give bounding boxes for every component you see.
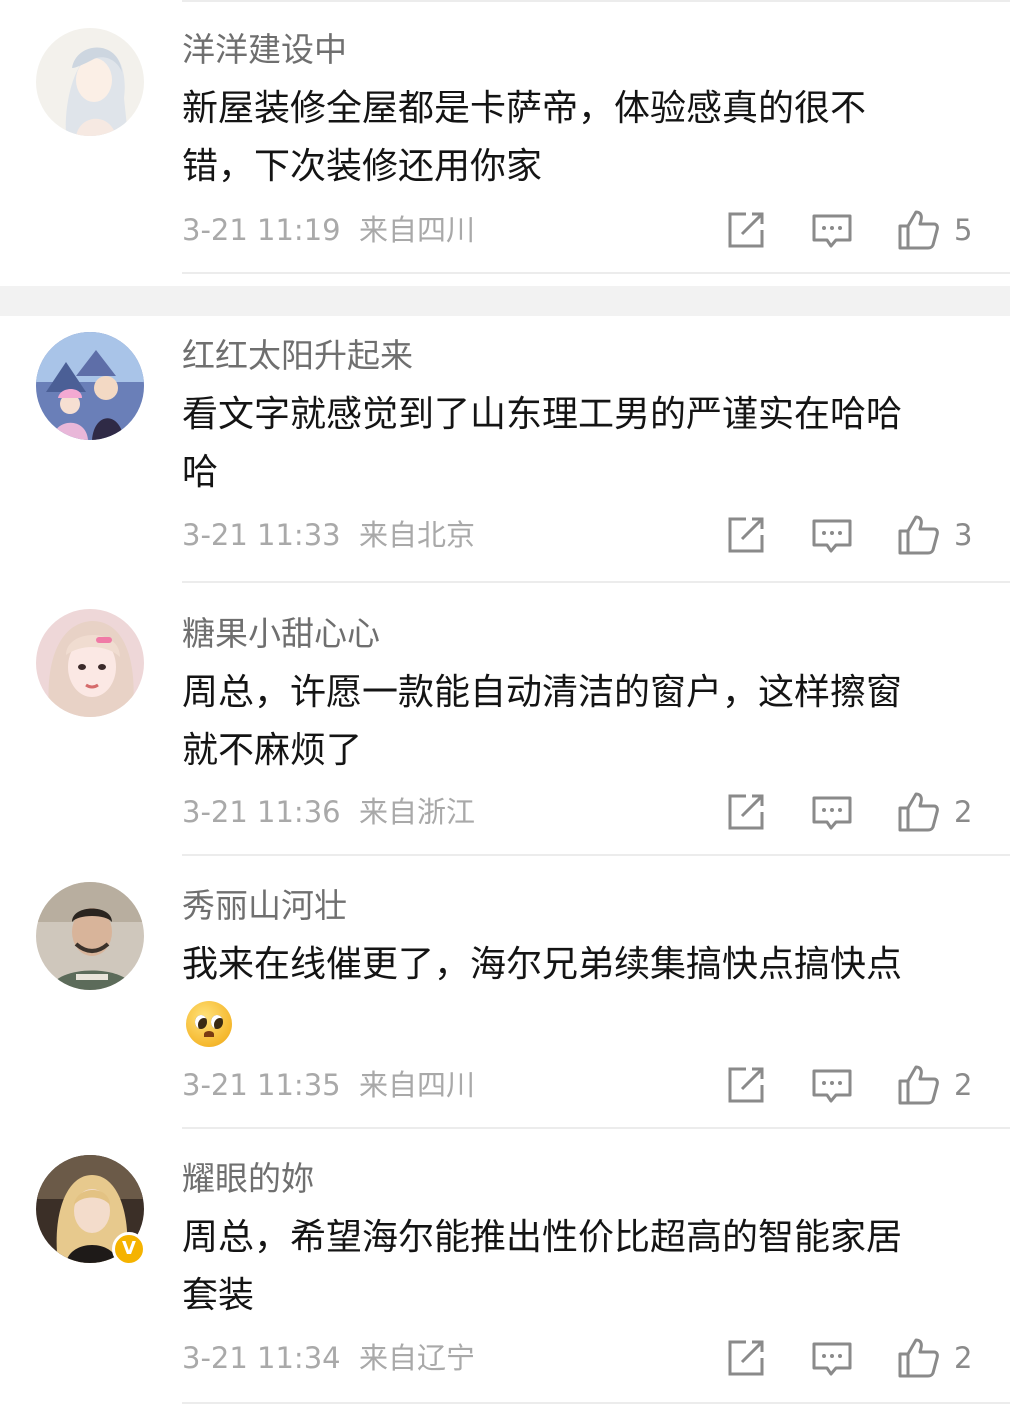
divider xyxy=(182,1402,1010,1404)
username[interactable]: 耀眼的妳 xyxy=(182,1159,314,1199)
comment-icon[interactable] xyxy=(810,1336,854,1380)
comment-line-emoji xyxy=(182,994,982,1052)
comment-actions: 5 xyxy=(720,208,1000,252)
username[interactable]: 洋洋建设中 xyxy=(182,30,347,70)
like-icon[interactable] xyxy=(896,208,940,252)
comment-icon[interactable] xyxy=(810,1063,854,1107)
comment-icon[interactable] xyxy=(810,790,854,834)
comment-meta: 3-21 11:34 来自辽宁 xyxy=(182,1340,475,1376)
divider xyxy=(182,1127,1010,1129)
comment-line: 哈 xyxy=(182,452,219,493)
username[interactable]: 红红太阳升起来 xyxy=(182,336,413,376)
like-count: 5 xyxy=(954,213,973,247)
like-icon[interactable] xyxy=(896,1336,940,1380)
pleading-face-emoji xyxy=(186,1001,232,1047)
avatar[interactable] xyxy=(36,882,144,990)
like-count: 3 xyxy=(954,518,973,552)
comment-location: 来自北京 xyxy=(359,518,476,552)
top-divider xyxy=(182,0,1010,2)
comment-line: 新屋装修全屋都是卡萨帝，体验感真的很不 xyxy=(182,88,867,129)
comment-time: 3-21 11:34 xyxy=(182,1341,341,1375)
comment-actions: 2 xyxy=(720,1063,1000,1107)
repost-icon[interactable] xyxy=(724,790,768,834)
comment-actions: 2 xyxy=(720,1336,1000,1380)
comment-location: 来自四川 xyxy=(359,213,476,247)
like-count: 2 xyxy=(954,1341,973,1375)
comment-text: 新屋装修全屋都是卡萨帝，体验感真的很不 错，下次装修还用你家 xyxy=(182,80,982,196)
comment-list-page: 洋洋建设中 新屋装修全屋都是卡萨帝，体验感真的很不 错，下次装修还用你家 3-2… xyxy=(0,0,1010,1416)
repost-icon[interactable] xyxy=(724,1063,768,1107)
like-count: 2 xyxy=(954,1068,973,1102)
comment-icon[interactable] xyxy=(810,208,854,252)
comment-icon[interactable] xyxy=(810,513,854,557)
avatar[interactable] xyxy=(36,332,144,440)
like-icon[interactable] xyxy=(896,513,940,557)
comment-actions: 3 xyxy=(720,513,1000,557)
comment-meta: 3-21 11:33 来自北京 xyxy=(182,517,475,553)
comment-text: 周总，希望海尔能推出性价比超高的智能家居 套装 xyxy=(182,1209,982,1325)
avatar[interactable] xyxy=(36,28,144,136)
repost-icon[interactable] xyxy=(724,208,768,252)
comment-line: 我来在线催更了，海尔兄弟续集搞快点搞快点 xyxy=(182,944,903,985)
verified-badge-icon: V xyxy=(112,1232,146,1266)
divider xyxy=(182,854,1010,856)
like-icon[interactable] xyxy=(896,790,940,834)
like-count: 2 xyxy=(954,795,973,829)
comment-line: 周总，许愿一款能自动清洁的窗户，这样擦窗 xyxy=(182,672,903,713)
comment-line: 套装 xyxy=(182,1275,255,1316)
comment-text: 看文字就感觉到了山东理工男的严谨实在哈哈 哈 xyxy=(182,386,982,502)
comment-location: 来自浙江 xyxy=(359,795,476,829)
comment-text: 周总，许愿一款能自动清洁的窗户，这样擦窗 就不麻烦了 xyxy=(182,664,982,780)
like-icon[interactable] xyxy=(896,1063,940,1107)
comment-line: 周总，希望海尔能推出性价比超高的智能家居 xyxy=(182,1217,903,1258)
comment-time: 3-21 11:19 xyxy=(182,213,341,247)
comment-actions: 2 xyxy=(720,790,1000,834)
comment-line: 看文字就感觉到了山东理工男的严谨实在哈哈 xyxy=(182,394,903,435)
comment-meta: 3-21 11:36 来自浙江 xyxy=(182,794,475,830)
comment-text: 我来在线催更了，海尔兄弟续集搞快点搞快点 xyxy=(182,936,982,1052)
comment-line: 就不麻烦了 xyxy=(182,730,363,771)
avatar[interactable] xyxy=(36,609,144,717)
repost-icon[interactable] xyxy=(724,513,768,557)
comment-meta: 3-21 11:19 来自四川 xyxy=(182,212,475,248)
section-gap xyxy=(0,286,1010,316)
comment-time: 3-21 11:36 xyxy=(182,795,341,829)
comment-location: 来自四川 xyxy=(359,1068,476,1102)
comment-time: 3-21 11:35 xyxy=(182,1068,341,1102)
username[interactable]: 秀丽山河壮 xyxy=(182,886,347,926)
comment-time: 3-21 11:33 xyxy=(182,518,341,552)
comment-location: 来自辽宁 xyxy=(359,1341,476,1375)
comment-meta: 3-21 11:35 来自四川 xyxy=(182,1067,475,1103)
divider xyxy=(182,272,1010,274)
comment-line: 错，下次装修还用你家 xyxy=(182,146,543,187)
repost-icon[interactable] xyxy=(724,1336,768,1380)
username[interactable]: 糖果小甜心心 xyxy=(182,614,380,654)
divider xyxy=(182,581,1010,583)
